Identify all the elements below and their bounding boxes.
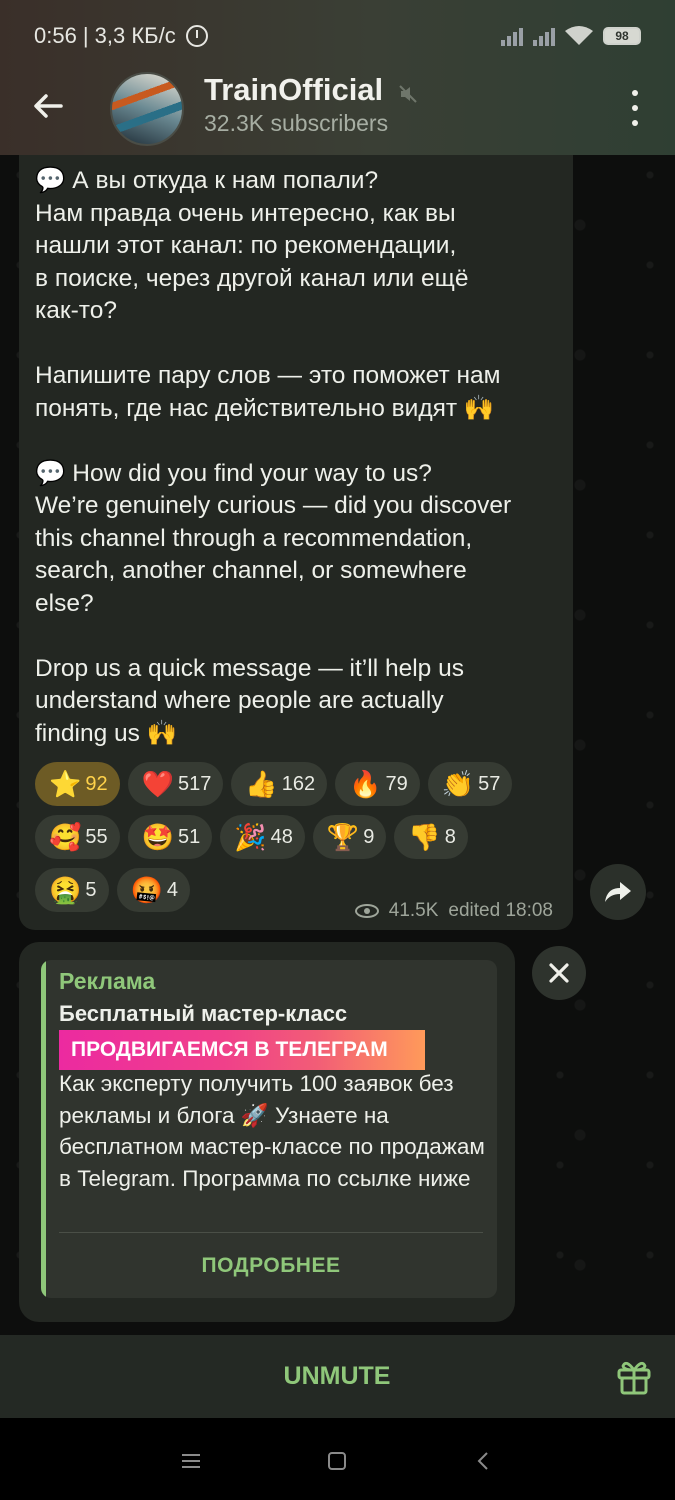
signal-icon [501,26,523,46]
channel-title: TrainOfficial [204,72,384,107]
channel-avatar[interactable] [110,72,184,146]
status-time: 0:56 [34,23,77,48]
eye-icon [354,904,379,918]
share-button[interactable] [590,864,646,920]
reactions: ⭐ 92 ❤️ 517 👍 162 🔥 79 👏 57 🥰 55 🤩 51 🎉 48 🏆 9 👎 8… [35,762,565,921]
close-icon [549,963,569,983]
reaction-fire[interactable]: 🔥 79 [335,762,420,806]
battery-icon: 98 [603,27,641,45]
signal-icon [533,26,555,46]
reaction-thumbs-up[interactable]: 👍 162 [231,762,328,806]
mute-icon [398,84,418,108]
gift-icon [617,1361,651,1395]
reaction-clap[interactable]: 👏 57 [427,762,513,806]
menu-icon[interactable] [623,90,647,126]
ad-card[interactable]: Реклама Бесплатный мастер-класс ПРОДВИГА… [41,960,497,1298]
ad-banner: ПРОДВИГАЕМСЯ В ТЕЛЕГРАМ [59,1030,425,1070]
close-ad-button[interactable] [532,946,586,1000]
ad-body: Как эксперту получить 100 заявок без рек… [59,1071,485,1191]
status-right: 98 [501,26,641,46]
reaction-vomit[interactable]: 🤮 5 [35,868,109,912]
reaction-star[interactable]: ⭐ 92 [35,762,120,806]
message-text: 💬 А вы откуда к нам попали? Нам правда о… [35,167,512,747]
menu-lines-icon [182,1454,200,1468]
status-bar: 0:56 | 3,3 КБ/с 98 [0,0,675,72]
share-icon [605,882,631,902]
unmute-button[interactable]: UNMUTE [237,1353,437,1399]
ad-label: Реклама [59,968,156,994]
header: 0:56 | 3,3 КБ/с 98 TrainOfficial 32.3K s… [0,0,675,155]
edited-time: edited 18:08 [448,900,553,921]
reaction-swearing[interactable]: 🤬 4 [116,868,190,912]
alarm-icon [185,25,208,47]
recent-apps-button[interactable] [176,1446,206,1476]
gift-button[interactable] [614,1357,654,1397]
reaction-star-struck[interactable]: 🤩 51 [127,815,213,859]
app-bar: TrainOfficial 32.3K subscribers [0,72,675,155]
back-button[interactable] [28,86,68,126]
reaction-row: 🥰 55 🤩 51 🎉 48 🏆 9 👎 8 [35,815,565,859]
status-left: 0:56 | 3,3 КБ/с [34,23,208,49]
home-square-icon [328,1452,346,1470]
reaction-row: ⭐ 92 ❤️ 517 👍 162 🔥 79 👏 57 [35,762,565,806]
home-button[interactable] [322,1446,352,1476]
ad-more-button[interactable]: ПОДРОБНЕЕ [59,1242,483,1290]
status-speed: | 3,3 КБ/с [82,23,176,48]
reaction-thumbs-down[interactable]: 👎 8 [394,815,468,859]
back-arrow-icon [34,94,63,118]
message-bubble[interactable]: 💬 А вы откуда к нам попали? Нам правда о… [19,155,573,930]
view-count: 41.5K [388,900,439,921]
wifi-icon [565,26,593,46]
reaction-party[interactable]: 🎉 48 [220,815,305,859]
system-back-button[interactable] [468,1446,498,1476]
reaction-heart[interactable]: ❤️ 517 [127,762,224,806]
channel-title-area[interactable]: TrainOfficial 32.3K subscribers [204,72,418,137]
chevron-left-icon [477,1452,488,1470]
sponsored-message: Реклама Бесплатный мастер-класс ПРОДВИГА… [19,942,515,1322]
bottom-bar: UNMUTE [0,1335,675,1418]
reaction-trophy[interactable]: 🏆 9 [312,815,387,859]
subscriber-count: 32.3K subscribers [204,110,389,136]
ad-title: Бесплатный мастер-класс [59,1001,348,1026]
message-meta: 41.5K edited 18:08 [354,900,553,922]
ad-divider [59,1232,483,1233]
system-nav-bar [0,1418,675,1500]
reaction-love[interactable]: 🥰 55 [35,815,120,859]
